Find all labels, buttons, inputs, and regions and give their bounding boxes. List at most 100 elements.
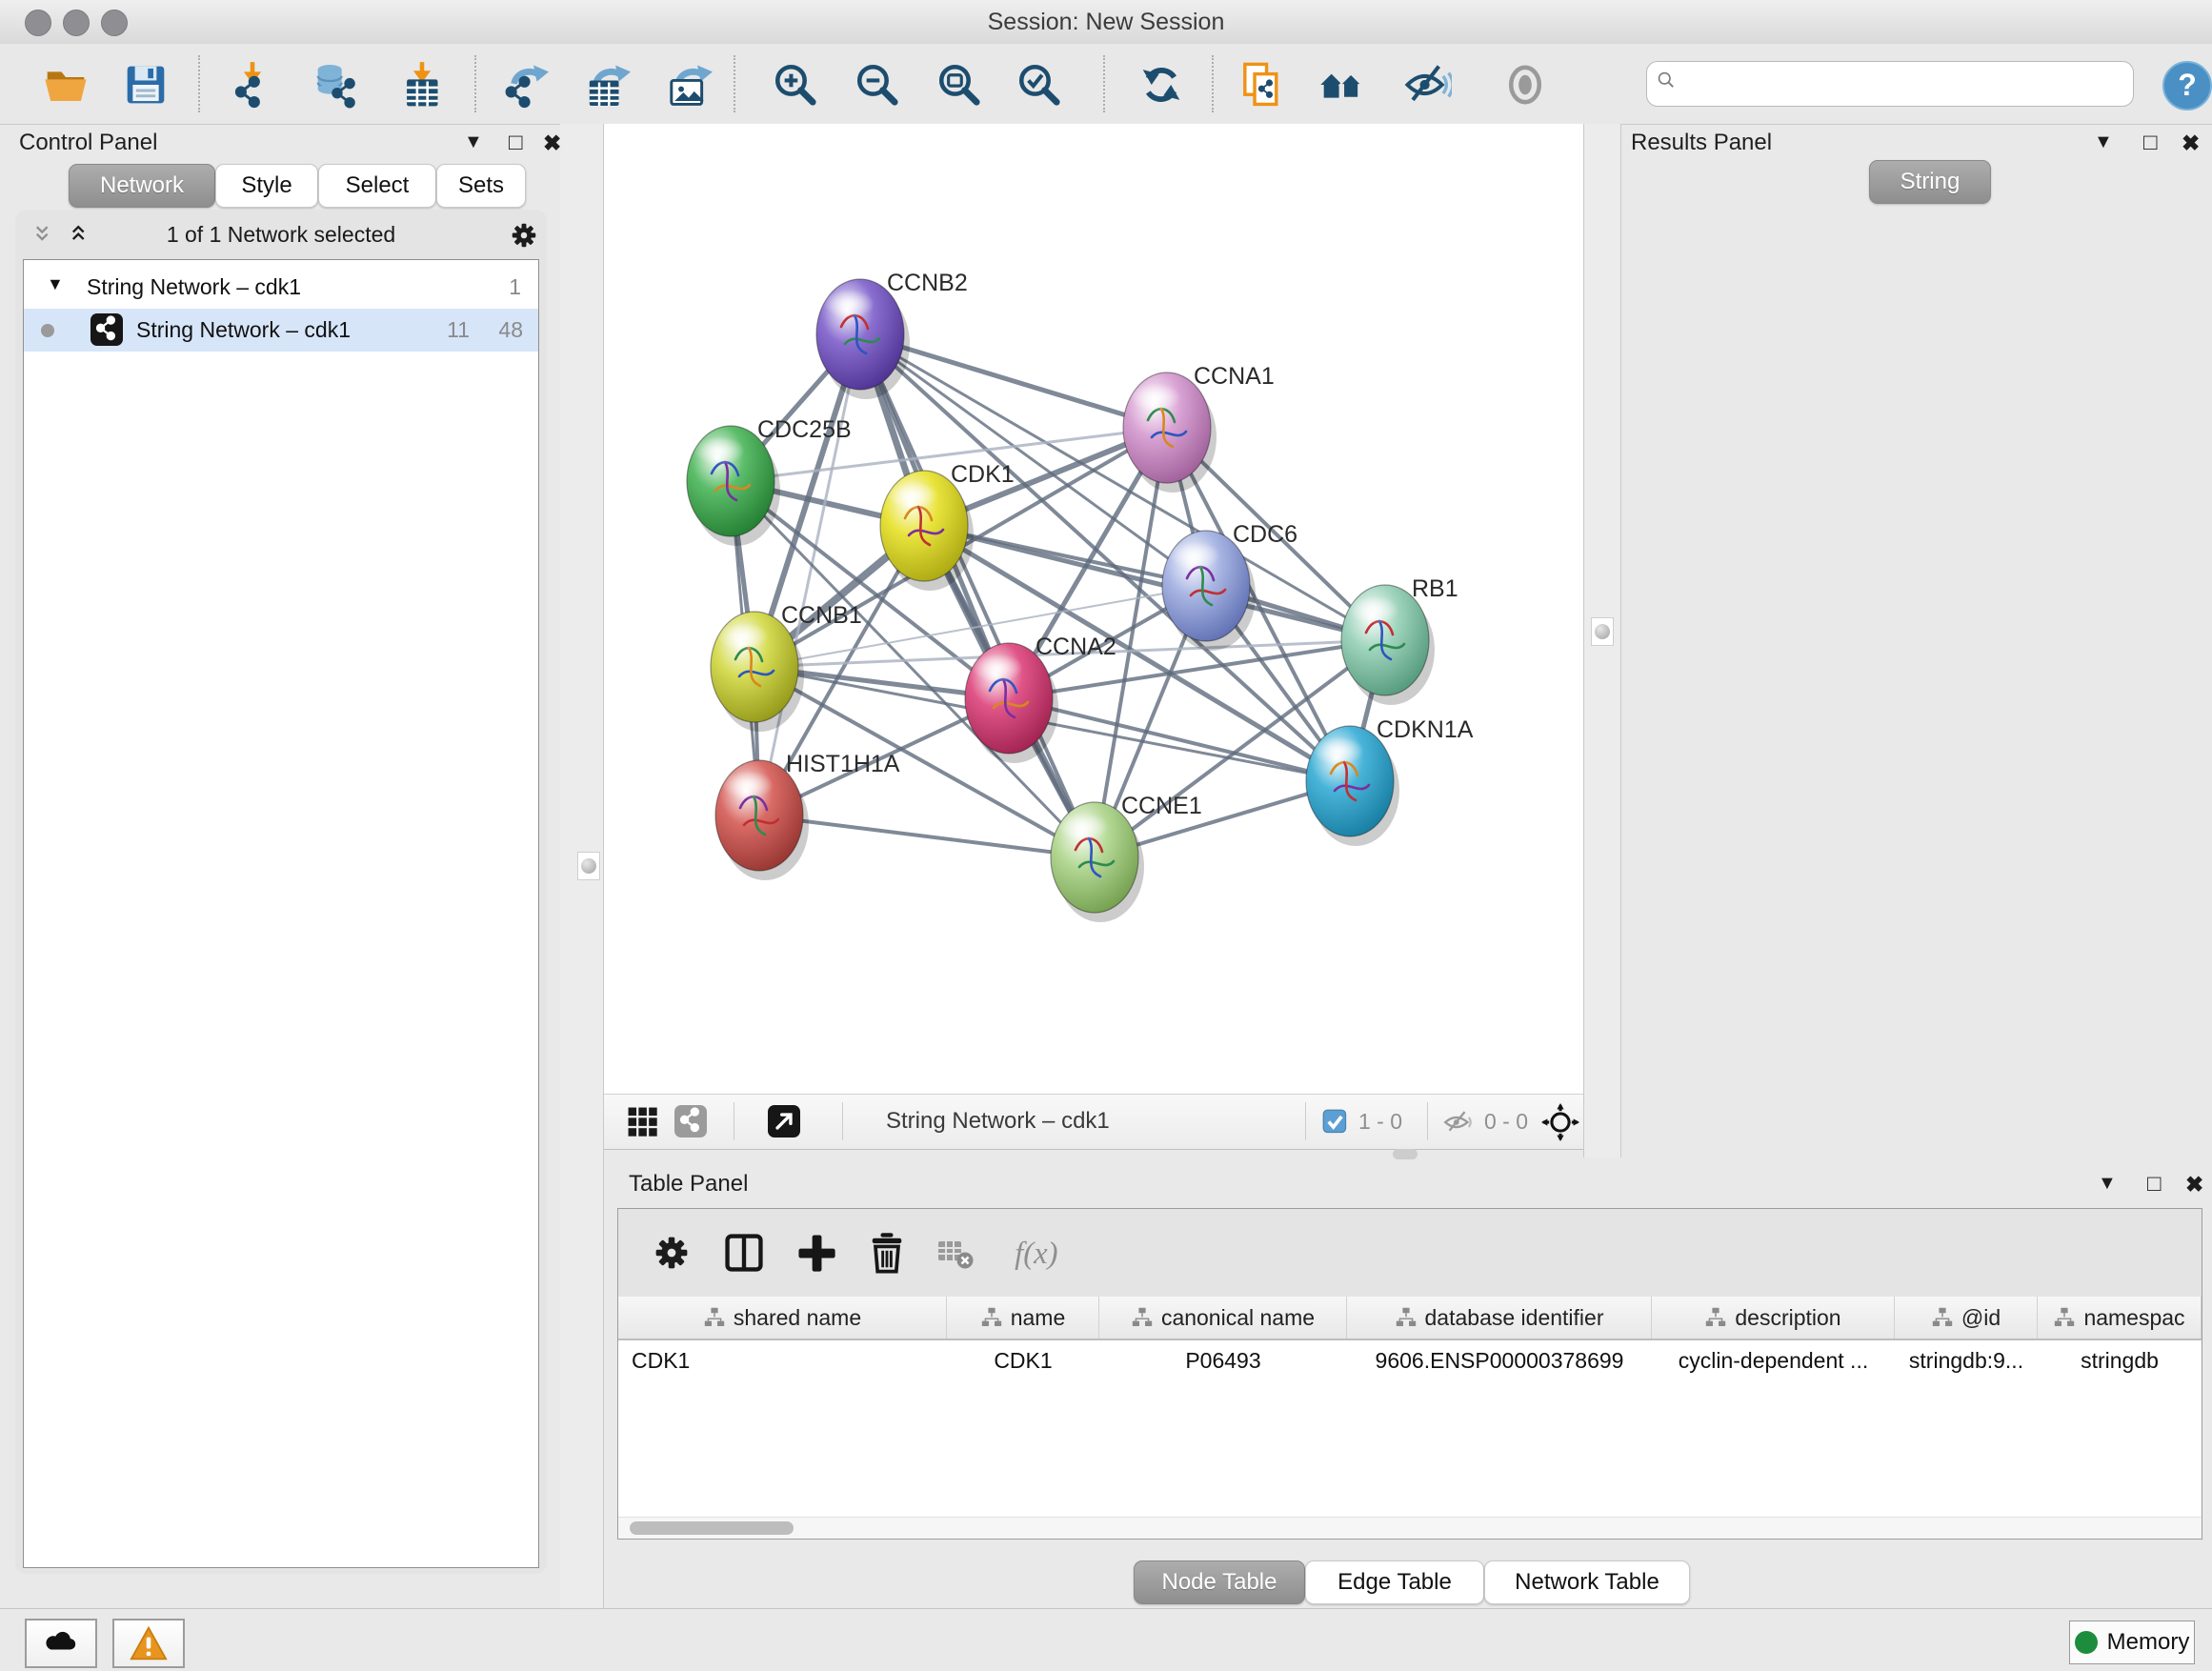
close-panel-icon[interactable]: ✖: [543, 131, 561, 156]
search-field: [1646, 61, 2134, 107]
network-node[interactable]: CDC25B: [687, 416, 852, 546]
import-network-file-button[interactable]: [229, 61, 276, 109]
export-table-button[interactable]: [583, 61, 631, 109]
left-splitter[interactable]: [560, 124, 604, 1608]
right-splitter[interactable]: [1583, 124, 1621, 1158]
import-table-button[interactable]: [398, 61, 446, 109]
zoom-in-button[interactable]: [772, 61, 819, 109]
network-view-canvas[interactable]: CCNB2CCNA1CDC25BCDK1CDC6RB1CCNB1CCNA2CDK…: [604, 124, 1583, 1094]
close-panel-icon[interactable]: ✖: [2182, 131, 2200, 156]
birdseye-grid-icon[interactable]: [627, 1106, 659, 1138]
tab-sets[interactable]: Sets: [436, 164, 526, 208]
collapse-panel-icon[interactable]: ▼: [464, 131, 483, 153]
network-type-icon[interactable]: [674, 1105, 707, 1137]
network-node[interactable]: CCNA1: [1123, 363, 1275, 493]
table-cell[interactable]: cyclin-dependent ...: [1652, 1340, 1895, 1382]
right-splitter-handle[interactable]: [1591, 617, 1614, 646]
help-button[interactable]: ?: [2162, 61, 2212, 111]
collapse-panel-icon[interactable]: ▼: [2094, 131, 2113, 153]
network-node[interactable]: RB1: [1341, 575, 1458, 705]
tree-expander-icon[interactable]: ▼: [47, 274, 64, 294]
title-bar: Session: New Session: [0, 0, 2212, 45]
create-column-plus-icon[interactable]: [794, 1230, 839, 1276]
network-node[interactable]: CDKN1A: [1306, 716, 1474, 846]
fit-crosshair-icon[interactable]: [1541, 1103, 1579, 1141]
network-edge[interactable]: [860, 334, 1095, 857]
first-neighbors-button[interactable]: [1318, 61, 1366, 109]
string-network-badge-icon: [90, 313, 123, 346]
table-column-header[interactable]: namespac: [2038, 1297, 2202, 1339]
window-title: Session: New Session: [0, 9, 2212, 36]
network-node-label: CDK1: [951, 461, 1015, 488]
network-edge[interactable]: [924, 526, 1385, 640]
toolbar-separator: [734, 55, 735, 112]
network-node[interactable]: HIST1H1A: [715, 751, 900, 880]
table-column-header[interactable]: database identifier: [1347, 1297, 1652, 1339]
zoom-out-button[interactable]: [854, 61, 901, 109]
network-row-selected[interactable]: String Network – cdk1 11 48: [24, 309, 538, 352]
save-session-button[interactable]: [122, 61, 170, 109]
hide-selected-button[interactable]: [1404, 61, 1452, 109]
network-edge[interactable]: [759, 334, 860, 815]
table-column-header[interactable]: shared name: [618, 1297, 947, 1339]
tab-network-table[interactable]: Network Table: [1484, 1560, 1690, 1604]
left-splitter-handle[interactable]: [577, 852, 600, 880]
tab-select[interactable]: Select: [318, 164, 436, 208]
network-node[interactable]: CCNE1: [1051, 793, 1202, 922]
zoom-selected-button[interactable]: [1016, 61, 1063, 109]
network-node[interactable]: CCNB2: [816, 270, 968, 399]
table-cell[interactable]: CDK1: [947, 1340, 1099, 1382]
table-row[interactable]: CDK1CDK1P064939606.ENSP00000378699cyclin…: [618, 1340, 2202, 1382]
table-hscrollbar[interactable]: [618, 1517, 2202, 1539]
table-column-header[interactable]: canonical name: [1099, 1297, 1347, 1339]
network-collection-label: String Network – cdk1: [87, 274, 301, 300]
main-toolbar: ?: [0, 44, 2212, 125]
memory-button[interactable]: Memory: [2069, 1621, 2195, 1664]
table-column-header[interactable]: @id: [1895, 1297, 2038, 1339]
float-panel-icon[interactable]: □: [2143, 130, 2158, 156]
tree-options-gear-icon[interactable]: [507, 218, 541, 252]
close-panel-icon[interactable]: ✖: [2185, 1172, 2203, 1198]
collapse-panel-icon[interactable]: ▼: [2098, 1173, 2117, 1195]
export-network-button[interactable]: [501, 61, 549, 109]
delete-column-trash-icon[interactable]: [864, 1230, 910, 1276]
save-icon: [122, 61, 170, 109]
table-cell[interactable]: stringdb:9...: [1895, 1340, 2038, 1382]
open-in-window-button[interactable]: [768, 1105, 800, 1137]
tab-edge-table[interactable]: Edge Table: [1305, 1560, 1484, 1604]
show-all-button[interactable]: [1501, 61, 1549, 109]
export-image-button[interactable]: [665, 61, 713, 109]
table-cell[interactable]: CDK1: [618, 1340, 947, 1382]
tab-style[interactable]: Style: [215, 164, 318, 208]
float-panel-icon[interactable]: □: [509, 130, 523, 156]
table-column-header[interactable]: name: [947, 1297, 1099, 1339]
network-edge[interactable]: [759, 815, 1095, 857]
column-type-icon: [1704, 1306, 1727, 1329]
network-node[interactable]: CDC6: [1162, 521, 1297, 651]
selected-checkbox-icon[interactable]: [1322, 1109, 1348, 1135]
tab-network[interactable]: Network: [69, 164, 215, 208]
annotation-mode-button[interactable]: [1238, 61, 1286, 109]
cloud-status-button[interactable]: [25, 1619, 97, 1668]
network-collection-row[interactable]: ▼ String Network – cdk1 1: [24, 266, 538, 309]
hidden-eye-slash-icon[interactable]: [1442, 1107, 1475, 1137]
houses-icon: [1318, 61, 1366, 109]
import-network-database-button[interactable]: [312, 61, 360, 109]
refresh-layout-button[interactable]: [1137, 61, 1185, 109]
hscroll-thumb[interactable]: [630, 1521, 794, 1535]
search-input[interactable]: [1693, 66, 2116, 100]
show-columns-icon[interactable]: [721, 1230, 767, 1276]
zoom-fit-button[interactable]: [935, 61, 983, 109]
network-node[interactable]: CCNA2: [965, 634, 1116, 763]
table-column-header[interactable]: description: [1652, 1297, 1895, 1339]
tab-node-table[interactable]: Node Table: [1134, 1560, 1305, 1604]
float-panel-icon[interactable]: □: [2147, 1171, 2162, 1198]
network-node-label: CCNA1: [1194, 363, 1275, 390]
table-cell[interactable]: P06493: [1099, 1340, 1347, 1382]
table-cell[interactable]: stringdb: [2038, 1340, 2202, 1382]
open-session-button[interactable]: [42, 61, 90, 109]
table-options-gear-icon[interactable]: [649, 1230, 694, 1276]
tab-string[interactable]: String: [1869, 160, 1991, 204]
table-cell[interactable]: 9606.ENSP00000378699: [1347, 1340, 1652, 1382]
warnings-button[interactable]: [112, 1619, 185, 1668]
